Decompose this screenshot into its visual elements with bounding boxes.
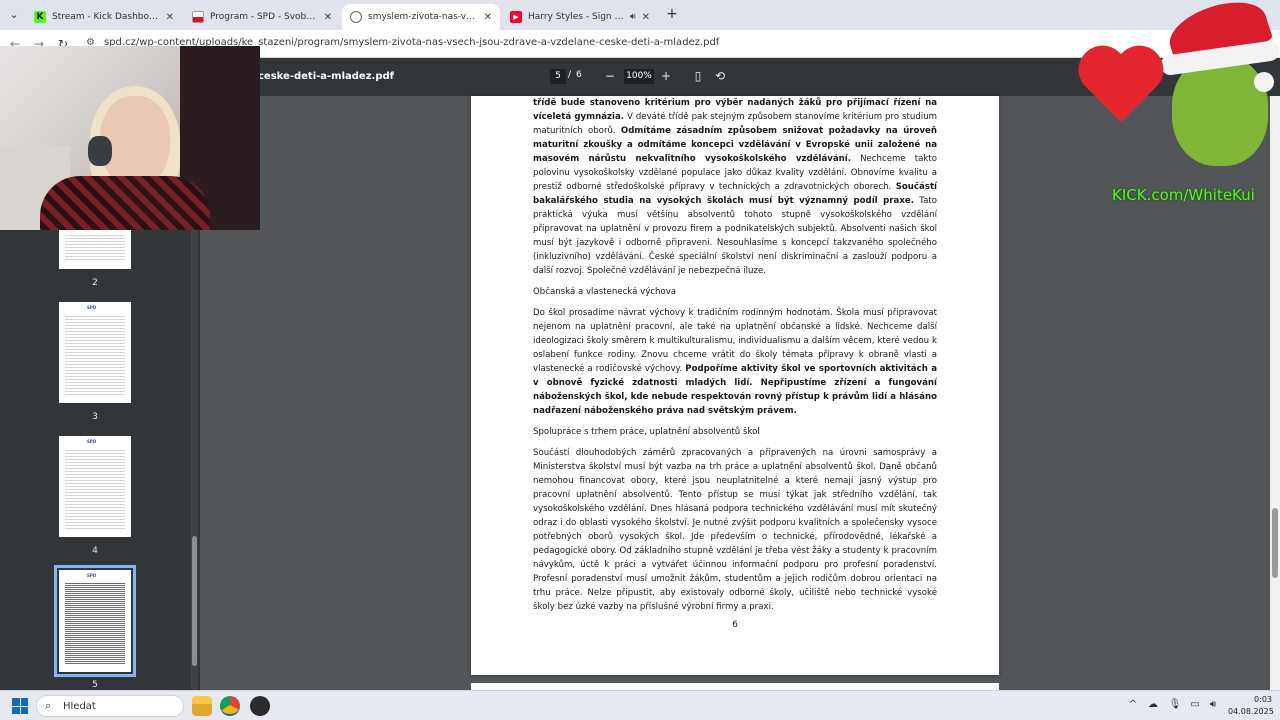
thumbnail-label: 5 [92, 680, 98, 690]
grinch-sticker [1068, 0, 1280, 190]
spd-logo: SPD [87, 439, 97, 444]
kick-channel-url: KICK.com/WhiteKui [1112, 186, 1255, 204]
paragraph-labor-market: Součástí dlouhodobých záměrů zpracovanýc… [533, 448, 937, 612]
section-heading: Spolupráce s trhem práce, uplatnění abso… [533, 427, 760, 437]
chevron-up-icon[interactable]: ^ [1126, 699, 1140, 710]
taskbar-search[interactable]: ⌕ Hledat [36, 695, 184, 717]
streamer-shirt [40, 176, 210, 230]
thumbnail-text-lines [65, 448, 125, 529]
tab-label: Program - SPD - Svoboda a přímá [210, 12, 318, 22]
fit-page-icon[interactable]: ▯ [690, 68, 706, 84]
page-number-input[interactable]: 5 [550, 69, 566, 84]
thumbnail-text-lines [65, 233, 125, 261]
zoom-in-icon[interactable]: + [658, 68, 674, 84]
zoom-input[interactable]: 100% [624, 69, 654, 84]
page-separator: / [568, 70, 572, 80]
obs-icon[interactable] [250, 696, 270, 716]
spd-logo: SPD [87, 573, 97, 578]
search-placeholder: Hledat [63, 701, 96, 712]
tab-label: Harry Styles - Sign of the Ti [528, 12, 626, 22]
windows-taskbar: ⌕ Hledat ^ ☁ 🎙︎ ▭ 🔊︎ 0:03 04.08.2025 [0, 690, 1280, 720]
thumbnail-page-5[interactable]: SPD [54, 565, 136, 677]
new-tab-button[interactable]: + [664, 6, 680, 22]
close-icon[interactable]: ✕ [166, 12, 174, 23]
tab-search-chevron-icon[interactable]: ⌄ [4, 5, 24, 25]
windows-start-icon[interactable] [12, 698, 28, 714]
spd-flag-icon [192, 11, 204, 23]
microphone-icon[interactable]: 🎙︎ [1168, 699, 1182, 710]
chrome-icon[interactable] [220, 696, 240, 716]
tab-kick-dashboard[interactable]: K Stream - Kick Dashboard ✕ [26, 4, 182, 30]
thumbnail-text-lines [65, 582, 125, 664]
file-explorer-icon[interactable] [192, 696, 212, 716]
thumbnail-label: 3 [92, 412, 98, 422]
thumbnail-text-lines [65, 314, 125, 395]
speaker-icon[interactable]: 🔊︎ [630, 12, 636, 22]
page-total: 6 [576, 70, 582, 80]
spd-logo: SPD [87, 305, 97, 310]
scrollbar-thumb[interactable] [192, 536, 197, 666]
search-icon: ⌕ [45, 699, 52, 712]
tab-label: Stream - Kick Dashboard [52, 12, 160, 22]
thumbnail-page-3[interactable]: SPD [59, 302, 131, 403]
rotate-icon[interactable]: ⟲ [712, 68, 728, 84]
close-icon[interactable]: ✕ [484, 12, 492, 23]
headset-icon [88, 136, 112, 166]
close-icon[interactable]: ✕ [324, 12, 332, 23]
pdf-page-text: třídě bude stanoveno kritérium pro výběr… [533, 96, 937, 621]
network-cloud-icon[interactable]: ☁ [1146, 699, 1160, 710]
pdf-page: třídě bude stanoveno kritérium pro výběr… [471, 96, 999, 675]
youtube-icon: ▶ [510, 11, 522, 23]
globe-icon [350, 11, 362, 23]
tab-pdf-active[interactable]: smyslem-zivota-nas-vsech-jsou ✕ [342, 4, 500, 30]
paragraph-civic: Do škol prosadíme návrat výchovy k tradi… [533, 306, 937, 418]
clock-date: 04.08.2025 [1228, 707, 1274, 716]
page-footer-number: 6 [732, 620, 738, 630]
santa-hat-pompom [1254, 72, 1274, 92]
tab-youtube[interactable]: ▶ Harry Styles - Sign of the Ti 🔊︎ ✕ [502, 4, 658, 30]
zoom-out-icon[interactable]: − [602, 68, 618, 84]
tab-label: smyslem-zivota-nas-vsech-jsou [368, 12, 478, 22]
webcam-overlay [0, 46, 260, 230]
display-icon[interactable]: ▭ [1188, 699, 1202, 710]
clock-time: 0:03 [1254, 695, 1272, 704]
section-heading: Občanská a vlastenecká výchova [533, 287, 677, 297]
thumbnail-page-2[interactable] [59, 229, 131, 269]
pdf-filename: ceske-deti-a-mladez.pdf [258, 71, 394, 82]
heart-icon [1078, 48, 1164, 134]
tab-spd-program[interactable]: Program - SPD - Svoboda a přímá ✕ [184, 4, 340, 30]
thumbnail-page-4[interactable]: SPD [59, 436, 131, 537]
volume-icon[interactable]: 🔊︎ [1206, 699, 1220, 710]
system-clock[interactable]: 0:03 04.08.2025 [1228, 694, 1274, 718]
paragraph-education: třídě bude stanoveno kritérium pro výběr… [533, 96, 937, 278]
scrollbar-thumb[interactable] [1272, 508, 1278, 578]
close-icon[interactable]: ✕ [642, 12, 650, 23]
body-text: Tato praktická výuka musí většinu absolv… [533, 196, 937, 276]
thumbnail-label: 2 [92, 278, 98, 288]
kick-icon: K [34, 11, 46, 23]
thumbnail-label: 4 [92, 546, 98, 556]
